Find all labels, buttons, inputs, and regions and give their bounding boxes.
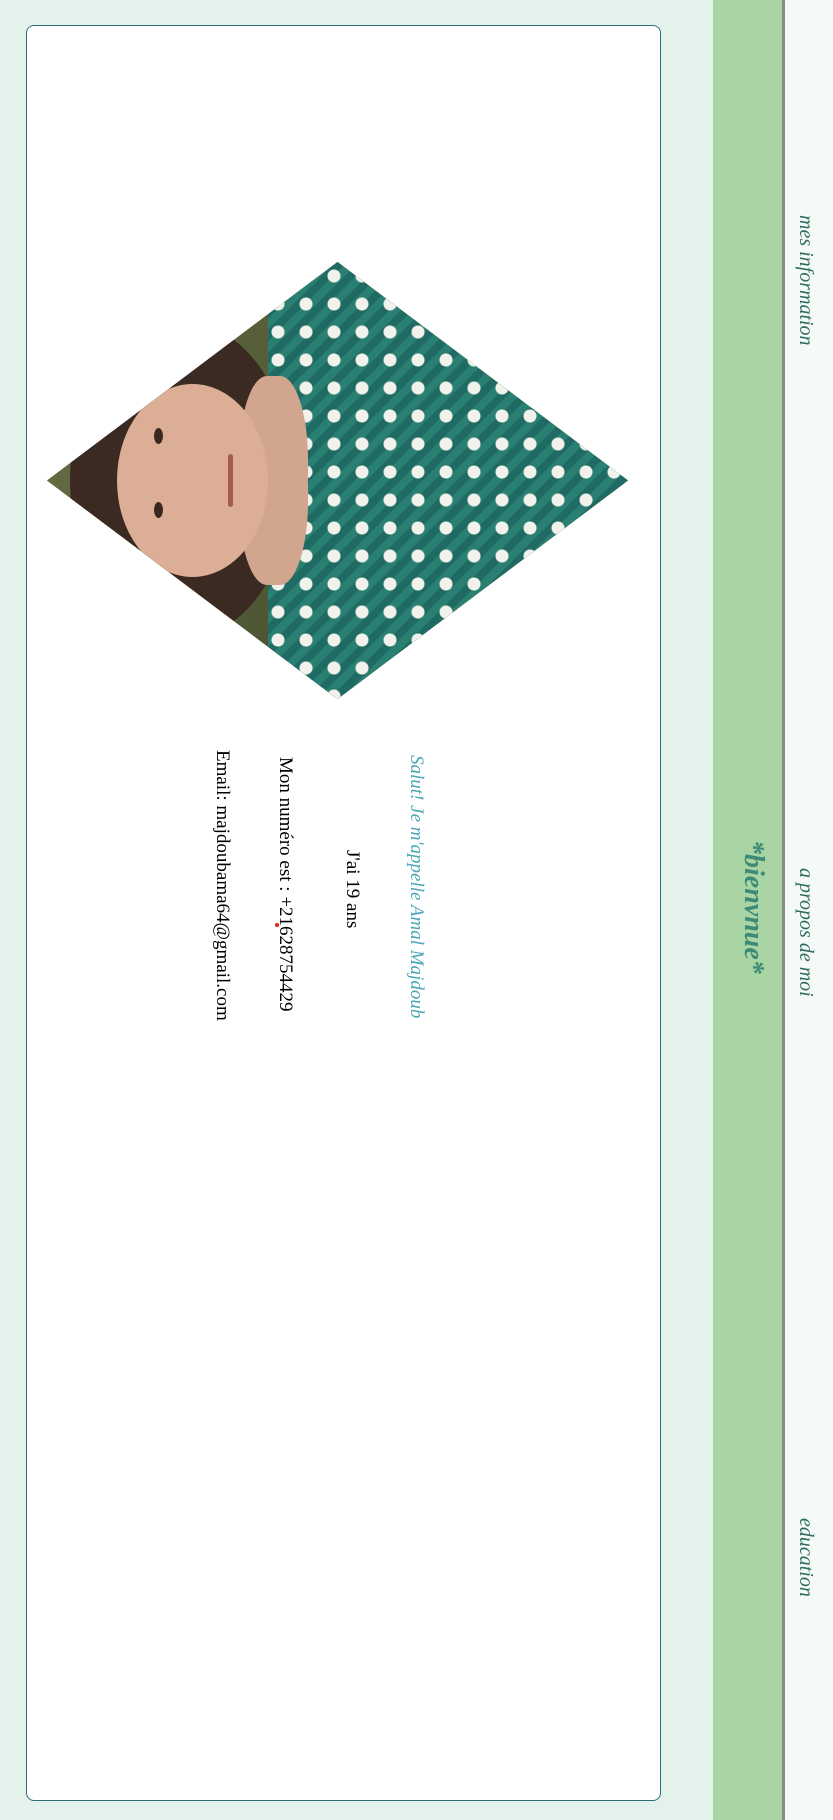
nav-link-a-propos-de-moi[interactable]: a propos de moi bbox=[794, 868, 817, 997]
greeting-text: Salut! Je m'appelle Amal Majdoub bbox=[406, 755, 427, 1019]
nav-link-education[interactable]: education bbox=[794, 1518, 817, 1597]
phone-text: Mon numéro est : +21628754429 bbox=[275, 757, 296, 1012]
nav-divider bbox=[782, 0, 785, 1820]
nav-link-mes-information[interactable]: mes information bbox=[794, 215, 817, 346]
banner-title: *bienvnue* bbox=[738, 840, 769, 974]
email-text[interactable]: Email: majdoubama64@gmail.com bbox=[211, 750, 233, 1021]
photo-face bbox=[117, 384, 268, 576]
age-text: J'ai 19 ans bbox=[342, 850, 363, 929]
photo-mouth bbox=[228, 454, 233, 506]
page-stage: mes information a propos de moi educatio… bbox=[0, 0, 833, 1820]
cursor-dot bbox=[275, 923, 279, 927]
